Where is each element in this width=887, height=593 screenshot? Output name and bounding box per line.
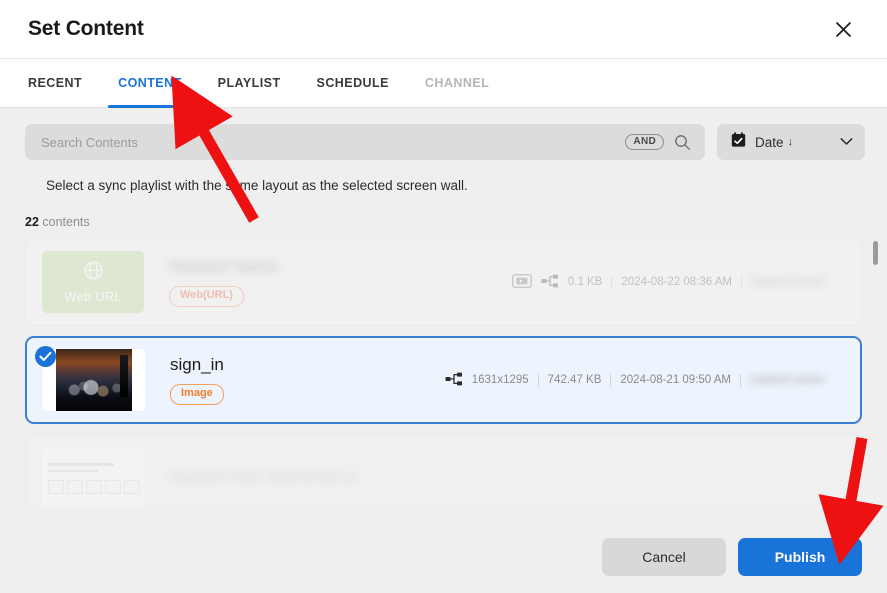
doc-line [48, 469, 98, 472]
tab-content-label: CONTENT [118, 76, 182, 90]
globe-icon [83, 260, 104, 286]
meta-divider [740, 373, 741, 387]
dialog-header: Set Content [0, 0, 887, 58]
list-item-name: Masked Next Maintenance [169, 469, 359, 486]
list-item-date: 2024-08-22 08:36 AM [621, 276, 732, 288]
meta-divider [610, 373, 612, 387]
list-item-name: sign_in [170, 355, 224, 375]
list-item-owner: masked owner [751, 276, 826, 288]
cancel-button[interactable]: Cancel [602, 538, 726, 576]
search-icon[interactable] [672, 134, 693, 151]
list-item-date: 2024-08-21 09:50 AM [620, 374, 731, 386]
tab-content[interactable]: CONTENT [100, 59, 200, 108]
doc-cell [105, 479, 121, 494]
list-item-name: Masked Name [169, 257, 279, 277]
sort-direction-icon: ↓ [787, 135, 794, 148]
list-item-meta: 1631x1295 742.47 KB 2024-08-21 09:50 AM … [445, 372, 846, 389]
tab-schedule[interactable]: SCHEDULE [299, 59, 407, 107]
sync-playlist-hint: Select a sync playlist with the same lay… [46, 178, 468, 193]
thumbnail-preview [56, 349, 132, 411]
list-item-info: Masked Name Web(URL) [144, 257, 512, 307]
search-input[interactable] [39, 133, 618, 151]
chevron-down-icon[interactable] [840, 133, 853, 151]
dialog-body: AND Date [0, 108, 887, 529]
content-thumbnail-label: Web URL [64, 289, 122, 304]
content-list: Web URL Masked Name Web(URL) 0.1 KB 2024… [0, 238, 887, 506]
calendar-check-icon [731, 131, 746, 153]
contents-count-number: 22 [25, 215, 39, 229]
content-thumbnail-document [42, 447, 144, 506]
list-item[interactable]: Masked Next Maintenance [25, 434, 862, 506]
list-item-meta: 0.1 KB 2024-08-22 08:36 AM masked owner [511, 273, 847, 291]
doc-grid [48, 479, 140, 494]
list-item-owner: masked owner [750, 374, 825, 386]
publish-button[interactable]: Publish [738, 538, 862, 576]
tab-recent-label: RECENT [28, 76, 83, 90]
doc-cell [67, 479, 83, 494]
scrollbar-thumb[interactable] [873, 241, 878, 265]
list-item-size: 742.47 KB [547, 374, 602, 386]
media-play-icon [511, 273, 532, 291]
tab-channel: CHANNEL [407, 59, 507, 107]
tab-schedule-label: SCHEDULE [316, 76, 389, 90]
tab-recent[interactable]: RECENT [10, 59, 100, 107]
search-box[interactable]: AND [25, 124, 705, 160]
date-sort-label: Date ↓ [755, 135, 831, 150]
content-type-badge: Web(URL) [169, 286, 244, 307]
dialog-footer: Cancel Publish [0, 529, 887, 593]
date-sort-text: Date [755, 134, 784, 150]
list-item-info: sign_in Image [145, 355, 445, 405]
meta-divider [741, 275, 742, 289]
search-operator-badge[interactable]: AND [625, 134, 664, 150]
list-item-selected[interactable]: sign_in Image 1631x1295 742.47 KB 2024-0… [25, 336, 862, 424]
doc-line [48, 462, 114, 466]
doc-cell [124, 479, 140, 494]
tab-playlist-label: PLAYLIST [217, 76, 281, 90]
list-item-info: Masked Next Maintenance [144, 469, 847, 487]
doc-cell [86, 479, 102, 494]
content-thumbnail-image [43, 349, 145, 411]
list-item-size: 0.1 KB [567, 276, 603, 288]
tab-channel-label: CHANNEL [424, 76, 490, 90]
meta-divider [611, 275, 613, 289]
search-row: AND Date [0, 108, 887, 160]
content-thumbnail-web-url: Web URL [42, 251, 144, 313]
contents-count-label: contents [42, 215, 90, 229]
content-type-badge: Image [170, 384, 224, 405]
page-title: Set Content [28, 17, 144, 40]
date-sort-dropdown[interactable]: Date ↓ [717, 124, 865, 160]
doc-cell [48, 479, 64, 494]
tab-bar: RECENT CONTENT PLAYLIST SCHEDULE CHANNEL [0, 58, 887, 108]
list-item[interactable]: Web URL Masked Name Web(URL) 0.1 KB 2024… [25, 238, 862, 326]
meta-divider [537, 373, 539, 387]
network-share-icon [541, 274, 559, 291]
list-item-resolution: 1631x1295 [471, 374, 529, 386]
network-share-icon [445, 372, 463, 389]
set-content-dialog: Set Content RECENT CONTENT PLAYLIST SCHE… [0, 0, 887, 593]
tab-playlist[interactable]: PLAYLIST [200, 59, 299, 107]
selected-check-icon [35, 346, 56, 367]
contents-count: 22 contents [0, 193, 887, 229]
list-scrollbar[interactable] [873, 241, 878, 503]
close-icon[interactable] [829, 15, 857, 43]
